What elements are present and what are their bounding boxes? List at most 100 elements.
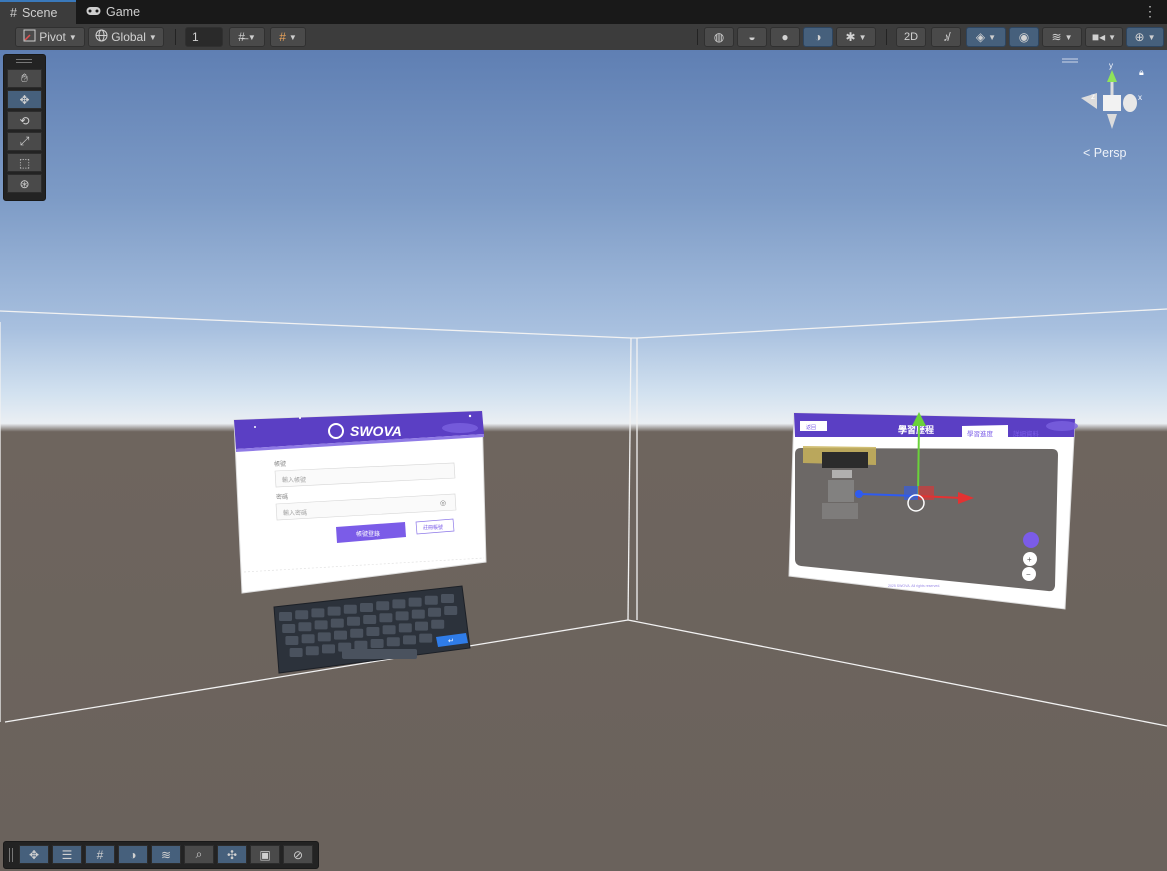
- scene-canvas: SWOVA 帳號 輸入帳號 密碼 輸入密碼 ◎ 帳號登錄 註冊帳號 ↵ 返回 學…: [0, 58, 1167, 727]
- move-icon: ✥: [28, 847, 40, 862]
- brand-logo-text: SWOVA: [350, 423, 402, 439]
- keyboard-key[interactable]: [392, 599, 406, 609]
- effects-toggle[interactable]: ◈ ▼: [966, 27, 1006, 47]
- gizmos-dropdown[interactable]: ⊕ ▼: [1126, 27, 1164, 47]
- bug-icon: ✱: [845, 30, 856, 44]
- pivot-icon: [23, 29, 36, 45]
- grid-visibility-toggle[interactable]: # ▼: [270, 27, 306, 47]
- chevron-down-icon: ▼: [148, 32, 157, 42]
- keyboard-key[interactable]: [411, 609, 425, 619]
- snap-increment-field[interactable]: 1: [185, 27, 223, 47]
- keyboard-key[interactable]: [386, 637, 400, 647]
- recenter-button[interactable]: [1023, 532, 1039, 548]
- move-tool[interactable]: ✥: [7, 90, 42, 109]
- keyboard-key[interactable]: [298, 622, 312, 632]
- unlit-shading-button[interactable]: ●: [770, 27, 800, 47]
- tab-game-label: Game: [106, 5, 141, 19]
- tab-scene[interactable]: # Scene: [0, 0, 76, 24]
- divider: [697, 29, 698, 45]
- keyboard-key[interactable]: [444, 606, 458, 615]
- scene-viewport[interactable]: SWOVA 帳號 輸入帳號 密碼 輸入密碼 ◎ 帳號登錄 註冊帳號 ↵ 返回 學…: [0, 50, 1167, 871]
- search-icon: ⌕: [195, 847, 203, 861]
- scene-visibility-toggle[interactable]: ◉: [1009, 27, 1039, 47]
- orientation-gizmo[interactable]: y z x 🔒︎: [1062, 58, 1144, 129]
- keyboard-key[interactable]: [322, 644, 335, 654]
- keyboard-key[interactable]: [279, 612, 292, 621]
- keyboard-key[interactable]: [419, 633, 433, 643]
- snap-increment-value: 1: [192, 30, 199, 44]
- overlay-sliders-button[interactable]: ☰: [52, 845, 82, 864]
- keyboard-key[interactable]: [408, 597, 422, 607]
- keyboard-key[interactable]: [347, 616, 360, 626]
- keyboard-key[interactable]: [382, 625, 396, 635]
- shaded-wireframe-button[interactable]: ◒: [737, 27, 767, 47]
- keyboard-key[interactable]: [327, 606, 341, 616]
- chevron-down-icon: ▼: [288, 32, 297, 42]
- keyboard-key[interactable]: [305, 646, 319, 656]
- scene-toolbar: Pivot ▼ Global ▼ 1 #̶ ▼ # ▼ ◍ ◒ ● ◑ ✱ ▼ …: [0, 24, 1167, 51]
- keyboard-key[interactable]: [360, 603, 373, 612]
- overlay-search-button[interactable]: ⌕: [184, 845, 214, 864]
- keyboard-key[interactable]: [334, 630, 347, 640]
- 2d-toggle[interactable]: 2D: [896, 27, 926, 47]
- plus-icon: +: [1027, 555, 1032, 564]
- overlay-camera-button[interactable]: ▣: [250, 845, 280, 864]
- keyboard-key[interactable]: [398, 623, 412, 633]
- keyboard-key[interactable]: [285, 636, 299, 645]
- keyboard-key[interactable]: [330, 618, 344, 628]
- keyboard-key[interactable]: [354, 640, 368, 650]
- keyboard-key[interactable]: [379, 613, 393, 623]
- global-label: Global: [111, 30, 146, 44]
- account-placeholder: 輸入帳號: [282, 476, 306, 484]
- keyboard-key[interactable]: [295, 610, 309, 620]
- keyboard-key[interactable]: [282, 624, 296, 633]
- keyboard-key[interactable]: [317, 632, 331, 642]
- debug-draw-mode-button[interactable]: ✱ ▼: [836, 27, 876, 47]
- rotate-icon: ⟲: [19, 113, 30, 128]
- grid-snapping-toggle[interactable]: #̶ ▼: [229, 27, 265, 47]
- keyboard-key[interactable]: [314, 620, 328, 630]
- rotate-tool[interactable]: ⟲: [7, 111, 42, 130]
- keyboard-key[interactable]: [311, 608, 325, 618]
- overlay-navigation-button[interactable]: ⊘: [283, 845, 313, 864]
- transform-tool[interactable]: ⊛: [7, 174, 42, 193]
- overlay-move-button[interactable]: ✥: [19, 845, 49, 864]
- camera-settings-dropdown[interactable]: ■◂ ▼: [1085, 27, 1123, 47]
- global-dropdown[interactable]: Global ▼: [88, 27, 164, 47]
- keyboard-key[interactable]: [424, 595, 438, 605]
- keyboard-key[interactable]: [363, 615, 377, 624]
- keyboard-key[interactable]: [343, 604, 357, 614]
- layers-dropdown[interactable]: ≋ ▼: [1042, 27, 1082, 47]
- lit-shading-button[interactable]: ◑: [803, 27, 833, 47]
- keyboard-key[interactable]: [428, 607, 441, 617]
- overlay-layers-button[interactable]: ≋: [151, 845, 181, 864]
- keyboard-key[interactable]: [376, 601, 390, 611]
- scale-tool[interactable]: ⤢: [7, 132, 42, 151]
- keyboard-key[interactable]: [301, 634, 315, 644]
- more-options-icon[interactable]: ⋮: [1143, 3, 1157, 20]
- keyboard-key[interactable]: [395, 611, 409, 621]
- overlay-pivot-button[interactable]: ✣: [217, 845, 247, 864]
- tab-game[interactable]: Game: [76, 0, 150, 24]
- keyboard-key[interactable]: [403, 635, 416, 645]
- keyboard-key[interactable]: [431, 619, 445, 629]
- overlay-grid-button[interactable]: #: [85, 845, 115, 864]
- keyboard-key[interactable]: [366, 627, 380, 636]
- wireframe-shading-button[interactable]: ◍: [704, 27, 734, 47]
- keyboard-key[interactable]: [350, 628, 364, 638]
- learning-history-panel: 返回 學習歷程 學習進度 詳細資料 + − 2025 SWOVA. All ri…: [788, 412, 1078, 610]
- password-label: 密碼: [276, 493, 288, 501]
- keyboard-key[interactable]: [441, 594, 454, 603]
- overlay-lighting-button[interactable]: ◑: [118, 845, 148, 864]
- hand-tool[interactable]: ✋︎: [7, 69, 42, 88]
- pivot-dropdown[interactable]: Pivot ▼: [15, 27, 85, 47]
- projection-toggle[interactable]: < Persp: [1083, 146, 1126, 160]
- audio-toggle[interactable]: ♪̸: [931, 27, 961, 47]
- rect-tool[interactable]: ⬚: [7, 153, 42, 172]
- keyboard-key[interactable]: [370, 639, 384, 648]
- keyboard-key[interactable]: [415, 621, 428, 631]
- eye-icon: ◎: [440, 500, 446, 507]
- scale-icon: ⤢: [19, 134, 30, 148]
- space-key[interactable]: [342, 649, 417, 659]
- keyboard-key[interactable]: [289, 648, 303, 657]
